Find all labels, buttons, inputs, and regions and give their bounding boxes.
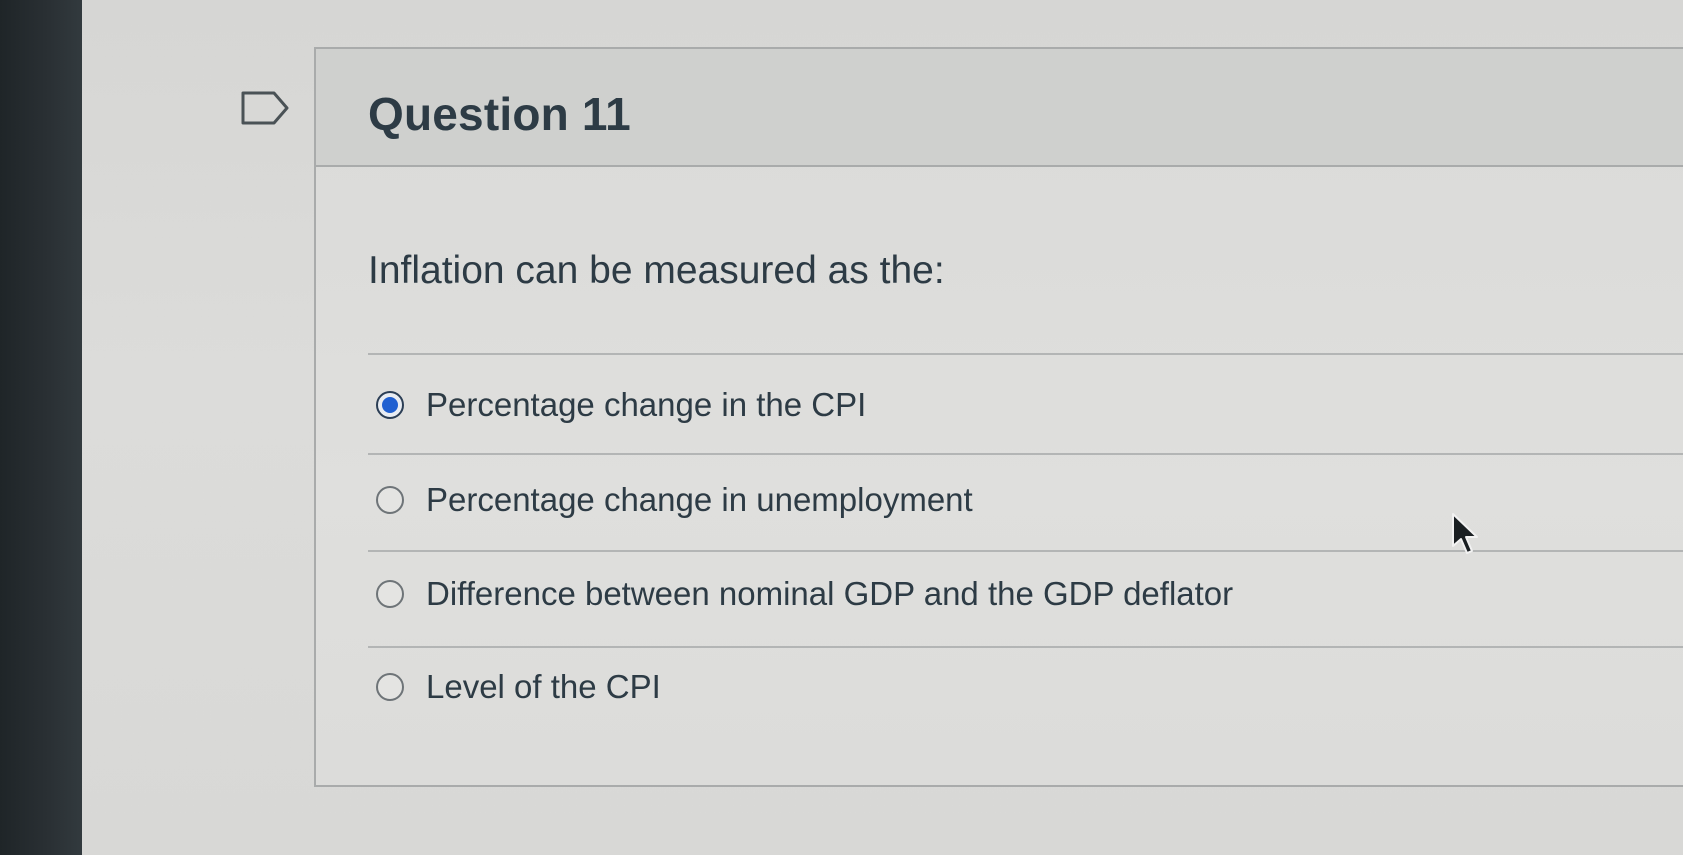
answer-label: Difference between nominal GDP and the G…: [426, 575, 1234, 612]
left-dark-bar: [0, 0, 82, 855]
radio-unselected[interactable]: [376, 486, 404, 514]
mouse-pointer-icon: [1452, 513, 1478, 554]
question-text: Inflation can be measured as the:: [368, 249, 945, 292]
answer-divider: [368, 453, 1683, 455]
answer-divider: [368, 353, 1683, 355]
flag-question-icon[interactable]: [240, 90, 290, 126]
answer-option-1[interactable]: Percentage change in the CPI: [376, 380, 866, 430]
radio-selected[interactable]: [376, 391, 404, 419]
radio-unselected[interactable]: [376, 673, 404, 701]
answer-option-2[interactable]: Percentage change in unemployment: [376, 475, 973, 525]
answer-option-4[interactable]: Level of the CPI: [376, 662, 661, 712]
question-header: Question 11: [316, 49, 1683, 167]
question-card: Question 11 Inflation can be measured as…: [314, 47, 1683, 787]
answer-label: Percentage change in the CPI: [426, 386, 867, 423]
answer-label: Level of the CPI: [426, 668, 661, 705]
radio-unselected[interactable]: [376, 580, 404, 608]
question-title: Question 11: [368, 88, 631, 140]
answer-divider: [368, 550, 1683, 552]
answer-option-3[interactable]: Difference between nominal GDP and the G…: [376, 569, 1233, 619]
answer-divider: [368, 646, 1683, 648]
answer-label: Percentage change in unemployment: [426, 481, 973, 518]
